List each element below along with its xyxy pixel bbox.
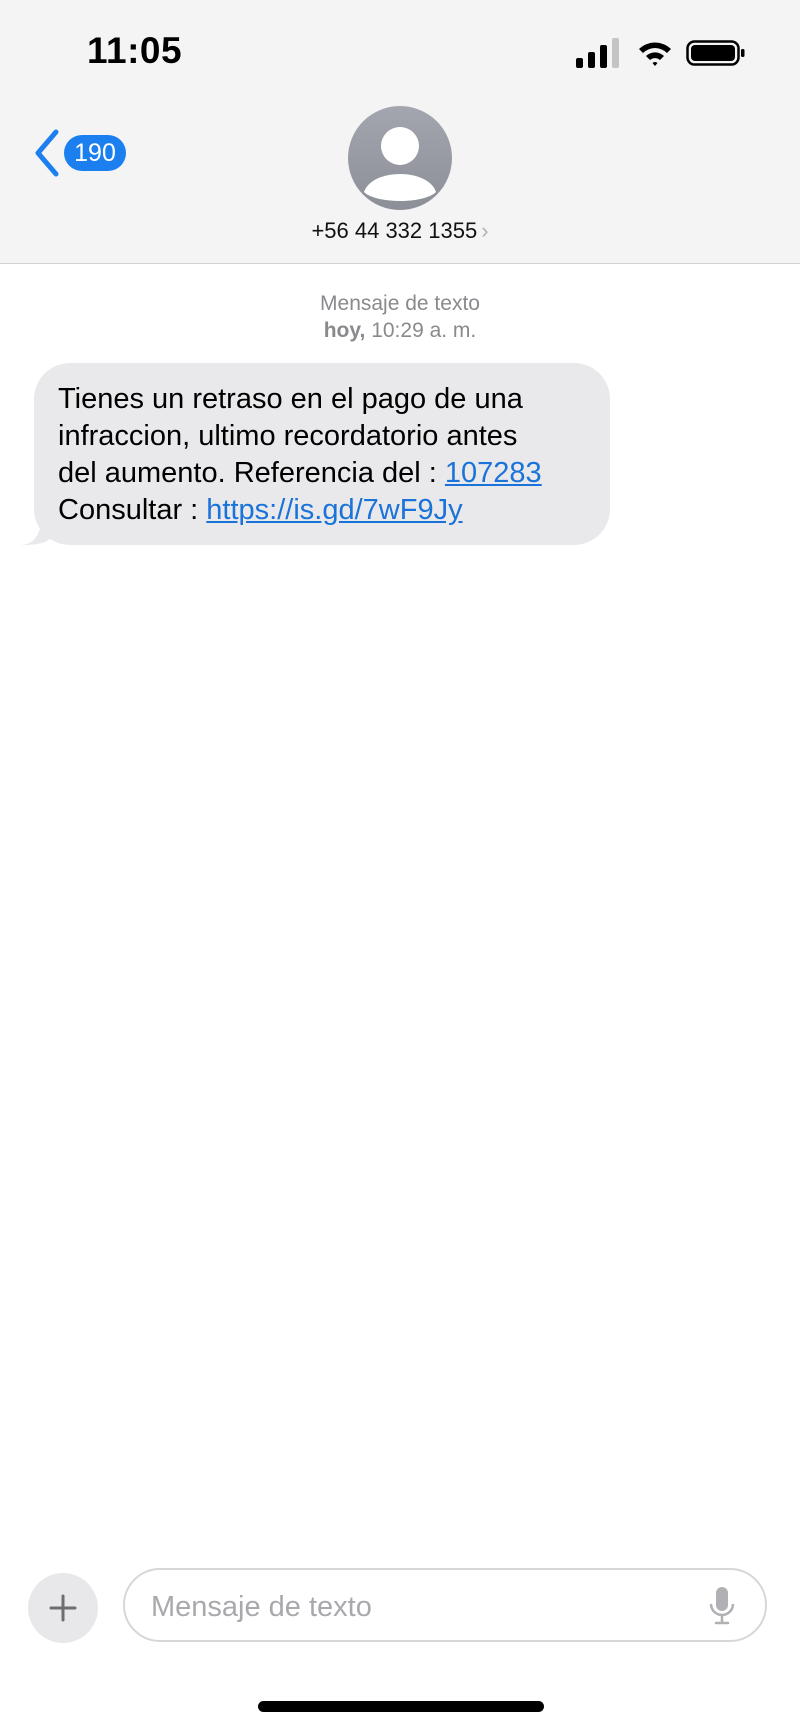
status-time: 11:05 xyxy=(87,30,183,71)
cellular-signal-icon xyxy=(576,38,619,68)
back-button[interactable]: 190 xyxy=(32,128,132,178)
message-meta: Mensaje de texto hoy, 10:29 a. m. xyxy=(0,290,800,344)
message-line: del aumento. Referencia del : 107283 xyxy=(58,455,586,492)
microphone-icon[interactable] xyxy=(709,1586,735,1626)
message-input[interactable] xyxy=(149,1584,693,1630)
chevron-left-icon xyxy=(35,129,59,177)
reference-number-link[interactable]: 107283 xyxy=(445,457,542,489)
conversation-header: 11:05 190 +56 44 332 1355 › xyxy=(0,0,800,264)
incoming-message-bubble[interactable]: Tienes un retraso en el pago de una infr… xyxy=(34,363,610,545)
service-label: Mensaje de texto xyxy=(320,292,480,315)
message-text: Consultar : xyxy=(58,494,207,526)
person-placeholder-icon xyxy=(364,127,436,201)
composer-bar xyxy=(0,1566,800,1656)
wifi-icon xyxy=(639,42,671,66)
contact-avatar[interactable] xyxy=(348,106,452,210)
timestamp-time: 10:29 a. m. xyxy=(365,319,477,342)
timestamp-day: hoy, xyxy=(323,319,366,342)
unread-count-badge: 190 xyxy=(64,135,126,171)
url-link[interactable]: https://is.gd/7wF9Jy xyxy=(206,494,462,526)
chevron-right-icon: › xyxy=(481,218,489,243)
message-text: del aumento. Referencia del : xyxy=(58,457,445,489)
status-icons xyxy=(576,38,746,68)
contact-details-link[interactable]: +56 44 332 1355 › xyxy=(0,218,800,244)
plus-icon xyxy=(49,1594,77,1622)
message-timestamp: hoy, 10:29 a. m. xyxy=(0,317,800,344)
message-field[interactable] xyxy=(123,1568,767,1642)
contact-number: +56 44 332 1355 xyxy=(311,218,478,243)
message-line: Consultar : https://is.gd/7wF9Jy xyxy=(58,492,586,529)
home-indicator[interactable] xyxy=(258,1701,544,1712)
message-line: Tienes un retraso en el pago de una xyxy=(58,383,523,415)
message-line: infraccion, ultimo recordatorio antes xyxy=(58,420,518,452)
add-attachment-button[interactable] xyxy=(28,1573,98,1643)
battery-icon xyxy=(686,40,745,66)
